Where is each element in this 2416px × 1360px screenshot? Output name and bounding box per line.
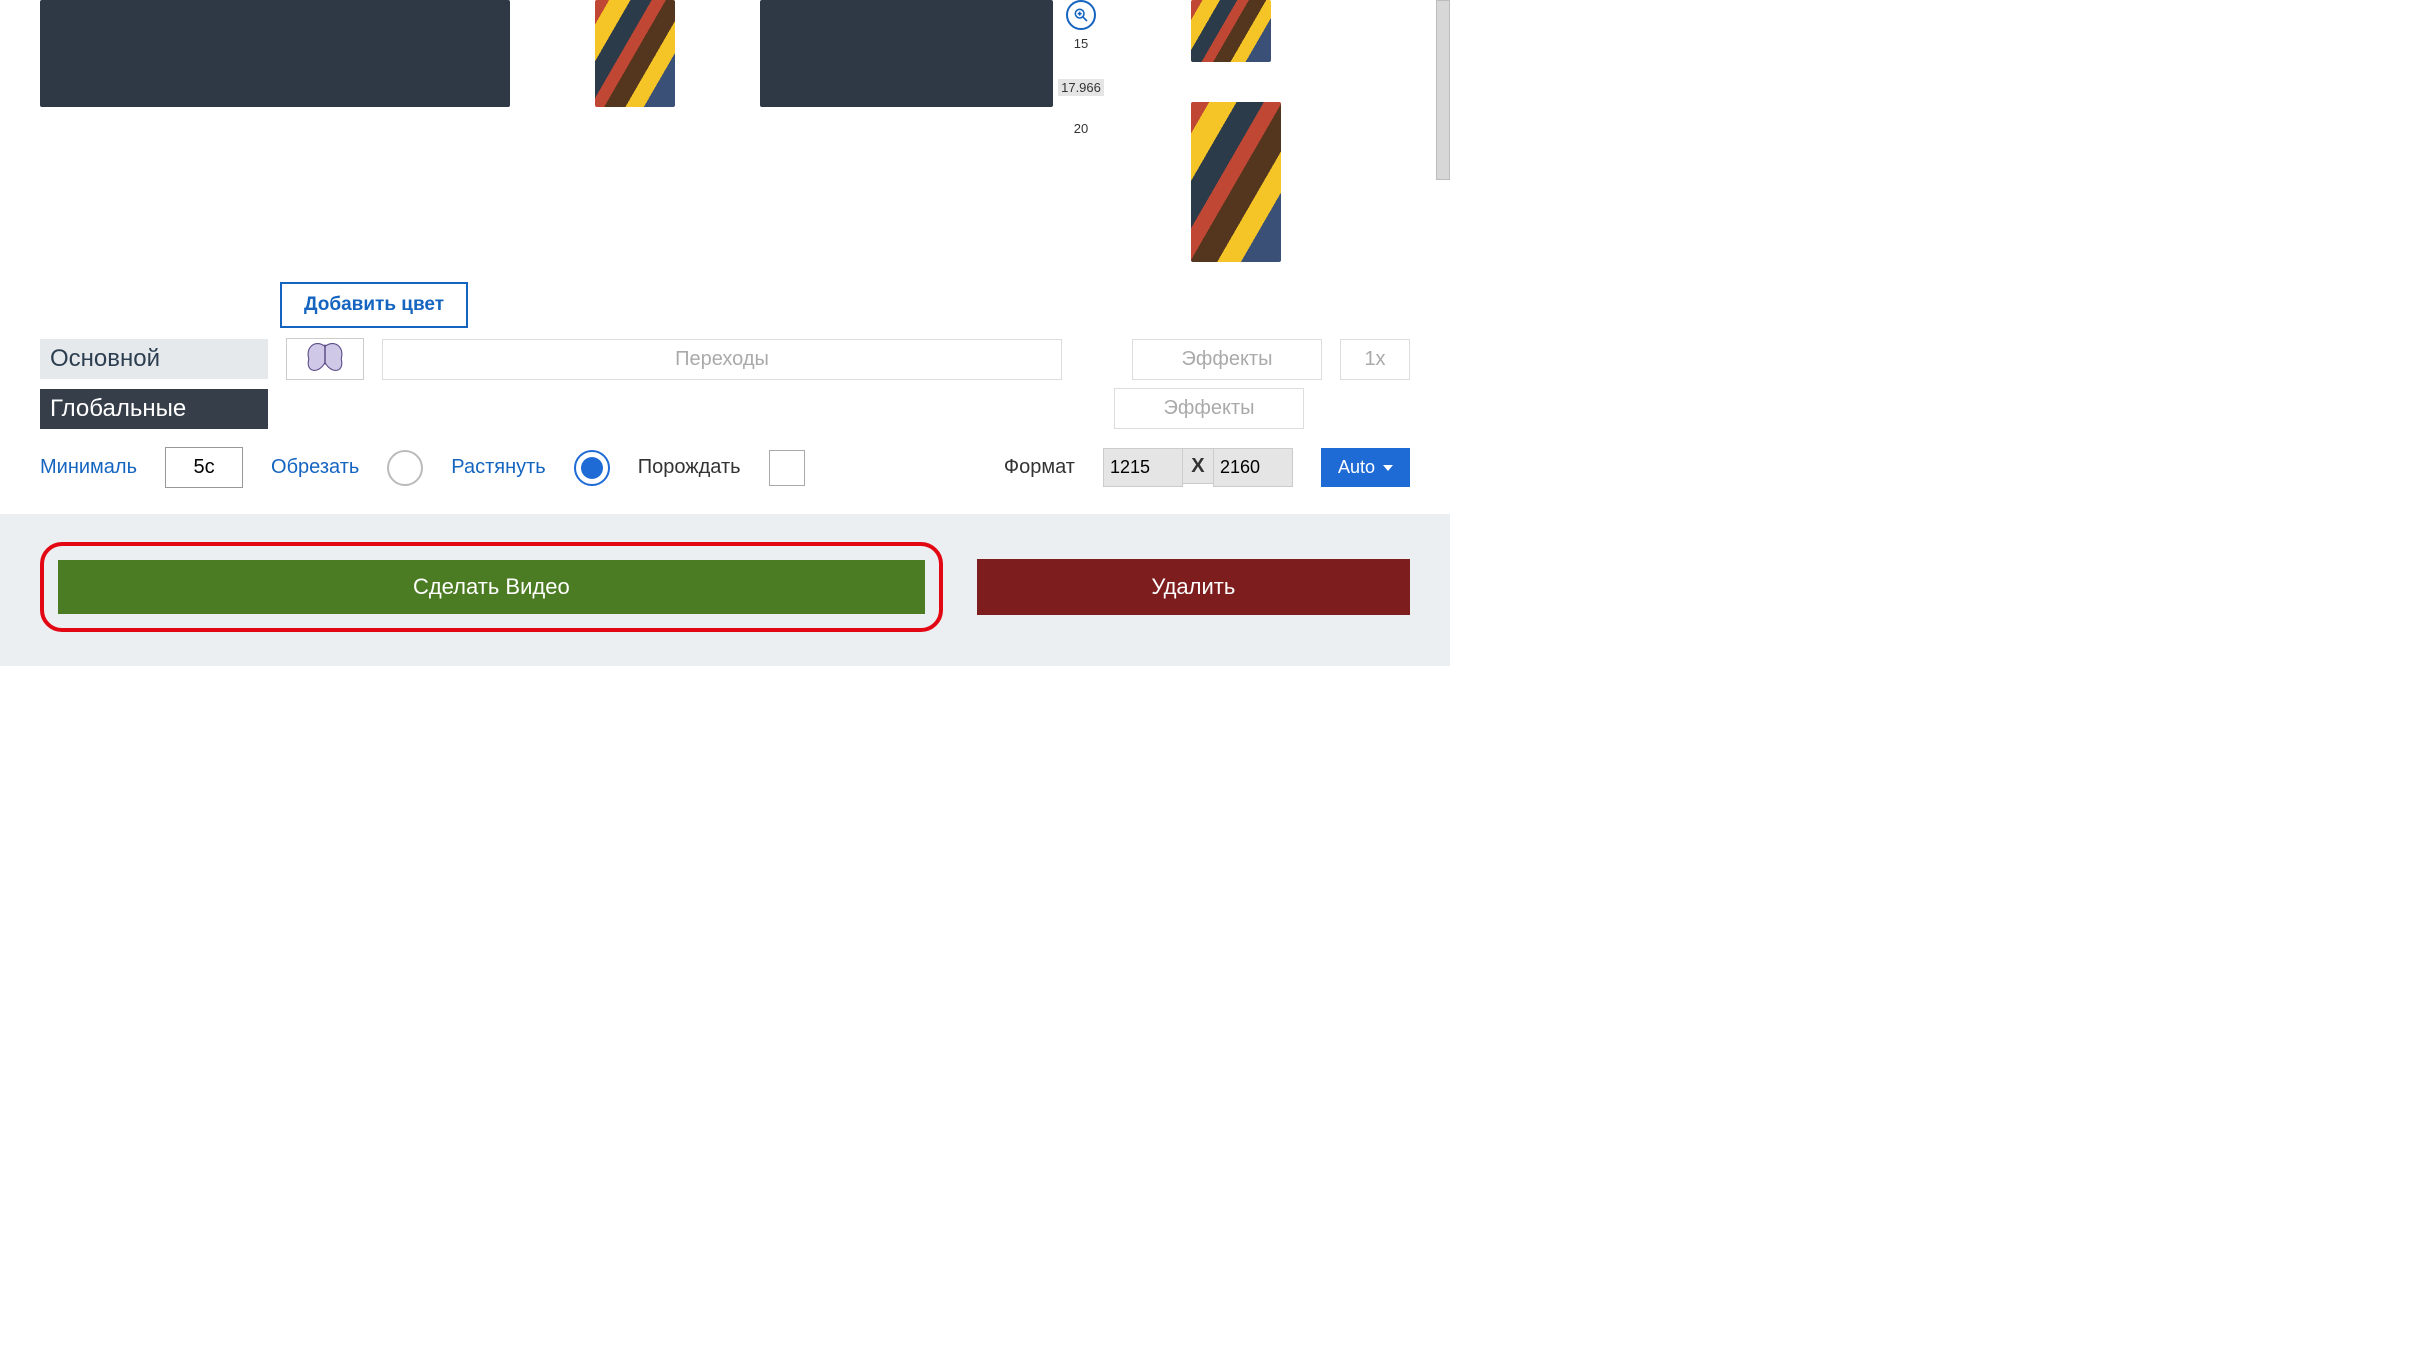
preview-thumbnail-2[interactable] bbox=[1191, 0, 1271, 62]
auto-label: Auto bbox=[1338, 457, 1375, 478]
vertical-scrollbar[interactable] bbox=[1436, 0, 1450, 180]
duration-input[interactable] bbox=[165, 447, 243, 488]
speed-select[interactable]: 1x bbox=[1340, 339, 1410, 380]
zoom-value-boxed: 17.966 bbox=[1058, 79, 1104, 96]
delete-button[interactable]: Удалить bbox=[977, 559, 1410, 615]
crop-radio[interactable] bbox=[387, 450, 423, 486]
make-video-highlight: Сделать Видео bbox=[40, 542, 943, 632]
zoom-column: 15 17.966 20 bbox=[1056, 0, 1106, 156]
chevron-down-icon bbox=[1383, 465, 1393, 471]
effects-select-global[interactable]: Эффекты bbox=[1114, 388, 1304, 429]
butterfly-icon bbox=[303, 341, 347, 377]
zoom-in-icon[interactable] bbox=[1066, 0, 1096, 30]
stretch-radio[interactable] bbox=[574, 450, 610, 486]
tab-main[interactable]: Основной bbox=[40, 339, 268, 379]
transitions-select[interactable]: Переходы bbox=[382, 339, 1062, 380]
butterfly-preset[interactable] bbox=[286, 338, 364, 380]
preview-thumbnail-3[interactable] bbox=[1191, 102, 1281, 262]
width-input[interactable] bbox=[1103, 448, 1183, 487]
make-video-button[interactable]: Сделать Видео bbox=[58, 560, 925, 614]
options-row: Минималь Обрезать Растянуть Порождать Фо… bbox=[0, 429, 1450, 506]
preview-panel-left bbox=[40, 0, 510, 107]
zoom-value-20: 20 bbox=[1074, 121, 1088, 136]
zoom-value-15: 15 bbox=[1074, 36, 1088, 51]
tab-global[interactable]: Глобальные bbox=[40, 389, 268, 429]
preview-row: 15 17.966 20 bbox=[0, 0, 1450, 262]
bottom-bar: Сделать Видео Удалить bbox=[0, 514, 1450, 666]
format-label: Формат bbox=[1004, 456, 1075, 479]
effects-select-main[interactable]: Эффекты bbox=[1132, 339, 1322, 380]
effects-row-main: Основной Переходы Эффекты 1x bbox=[0, 338, 1450, 380]
auto-dropdown[interactable]: Auto bbox=[1321, 448, 1410, 487]
stretch-label: Растянуть bbox=[451, 456, 545, 479]
dimension-x-label: X bbox=[1183, 448, 1213, 484]
spawn-label: Порождать bbox=[638, 456, 741, 479]
minimal-label: Минималь bbox=[40, 456, 137, 479]
add-color-button[interactable]: Добавить цвет bbox=[280, 282, 468, 328]
crop-label: Обрезать bbox=[271, 456, 359, 479]
spawn-checkbox[interactable] bbox=[769, 450, 805, 486]
height-input[interactable] bbox=[1213, 448, 1293, 487]
preview-panel-right bbox=[760, 0, 1053, 107]
preview-thumbnail-1[interactable] bbox=[595, 0, 675, 107]
effects-row-global: Глобальные Эффекты bbox=[0, 388, 1450, 429]
